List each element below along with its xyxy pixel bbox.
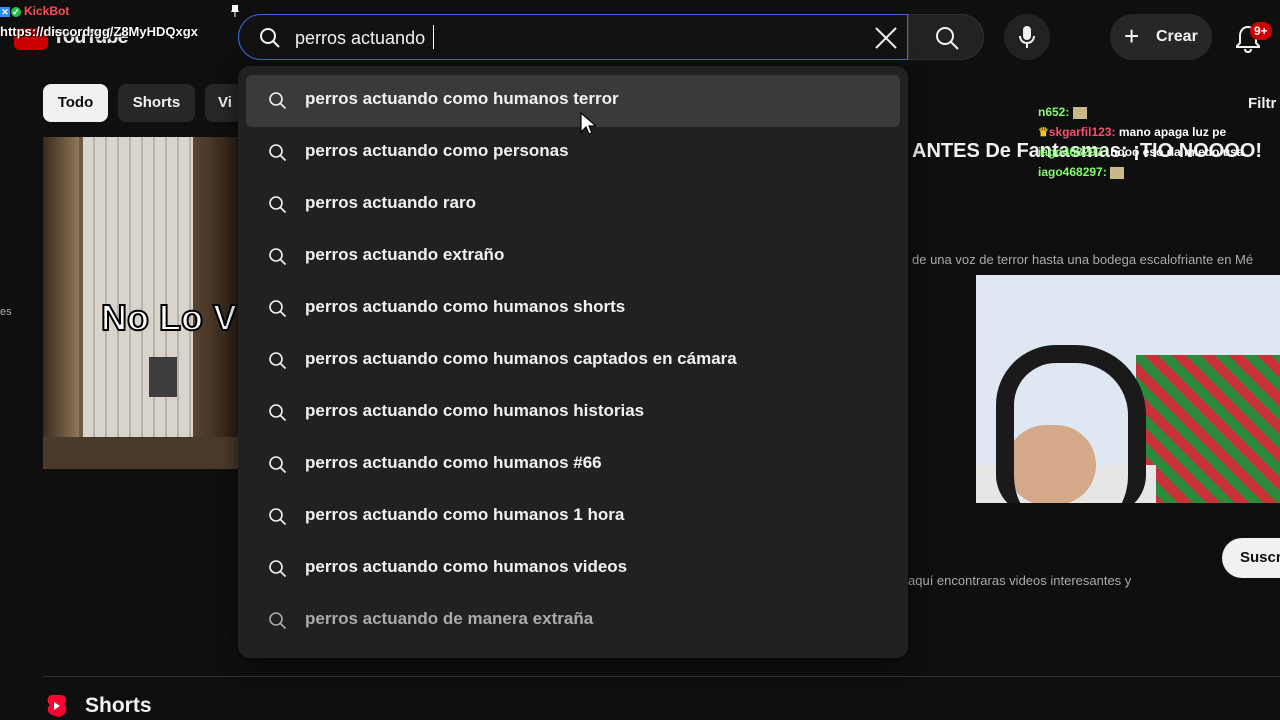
bot-name: KickBot [24,4,70,18]
webcam-overlay [976,275,1280,503]
search-icon [269,248,287,266]
suggestion-item[interactable]: perros actuando como humanos shorts [246,283,900,335]
search-icon [269,352,287,370]
voice-search-button[interactable] [1004,14,1050,60]
floor [43,437,239,469]
suggestion-item[interactable]: perros actuando como humanos captados en… [246,335,900,387]
chip-todo[interactable]: Todo [43,84,108,122]
thumbnail-text: No Lo V [100,296,238,339]
suggestion-item[interactable]: perros actuando como personas [246,127,900,179]
chat-user: n652: [1038,105,1070,119]
chat-message: iago468297: nooo eso da miedo usa [1038,144,1248,160]
stream-chat-overlay: n652: ♛skgarfil123: mano apaga luz pe ia… [1038,104,1248,184]
suggestion-item[interactable]: perros actuando extraño [246,231,900,283]
create-button[interactable]: + Crear [1110,14,1212,60]
suggestion-item[interactable]: perros actuando como humanos videos [246,543,900,595]
search-icon [269,508,287,526]
search-icon [260,28,280,48]
headphones-hair [996,345,1146,503]
search-icon [269,560,287,578]
search-icon [269,196,287,214]
mouse-cursor-icon [580,112,596,135]
suggestion-item[interactable]: perros actuando de manera extraña [246,595,900,647]
video-description: de una voz de terror hasta una bodega es… [912,252,1254,267]
suggestion-text: perros actuando como humanos captados en… [305,349,737,368]
search-icon [269,456,287,474]
search-input[interactable] [295,25,855,51]
chat-message: ♛skgarfil123: mano apaga luz pe [1038,124,1248,140]
search-icon [269,404,287,422]
suggestion-text: perros actuando como humanos #66 [305,453,602,472]
chat-text: mano apaga luz pe [1118,125,1227,139]
section-divider [43,676,1280,677]
search-button[interactable] [908,14,984,60]
channel-description: aquí encontraras videos interesantes y [908,573,1132,588]
verified-icon: ✓ [11,7,21,17]
video-thumbnail[interactable]: No Lo V [43,137,239,469]
suggestion-text: perros actuando de manera extraña [305,609,594,628]
gift-wrap [1136,355,1280,503]
suggestion-item[interactable]: perros actuando como humanos 1 hora [246,491,900,543]
emote-icon [1110,166,1125,179]
suggestion-text: perros actuando como humanos historias [305,401,645,420]
discord-link-overlay: https://discord.gg/Z8MyHDQxgx [0,24,198,39]
text-caret [433,25,434,49]
shorts-icon [47,694,67,717]
search-icon [936,27,959,50]
emote-icon [1072,106,1087,119]
subscribe-button[interactable]: Suscr [1222,538,1280,578]
create-label: Crear [1156,28,1198,45]
door-frame [43,137,79,469]
notification-count-badge: 9+ [1250,22,1272,40]
pin-icon [231,5,239,17]
clear-search-icon[interactable] [873,25,899,51]
wall-sign [149,357,177,397]
suggestion-item[interactable]: perros actuando como humanos historias [246,387,900,439]
microphone-icon [1019,26,1035,48]
search-box[interactable] [238,14,908,60]
suggestion-item[interactable]: perros actuando como humanos #66 [246,439,900,491]
suggestion-item[interactable]: perros actuando como humanos terror [246,75,900,127]
suggestion-item[interactable]: perros actuando raro [246,179,900,231]
search-icon [269,144,287,162]
search-icon [269,300,287,318]
chip-shorts[interactable]: Shorts [118,84,195,122]
chat-message: iago468297: [1038,164,1248,180]
shorts-section-title: Shorts [85,694,152,717]
crown-icon: ♛ [1038,125,1049,139]
chat-user: iago468297: [1038,145,1107,159]
kickbot-overlay: ✕ ✓ KickBot [0,4,69,18]
chat-user: skgarfil123: [1048,125,1116,139]
filters-button[interactable]: Filtr [1248,95,1276,112]
chat-text: nooo eso da miedo usa [1110,145,1244,159]
search-suggestions-dropdown: perros actuando como humanos terror perr… [238,66,908,658]
suggestion-text: perros actuando raro [305,193,476,212]
suggestion-text: perros actuando extraño [305,245,505,264]
search-icon [269,612,287,630]
suggestion-text: perros actuando como personas [305,141,569,160]
chat-message: n652: [1038,104,1248,120]
kick-icon: ✕ [0,7,10,17]
chat-user: iago468297: [1038,165,1107,179]
suggestion-text: perros actuando como humanos shorts [305,297,626,316]
suggestion-text: perros actuando como humanos videos [305,557,628,576]
suggestion-text: perros actuando como humanos terror [305,89,619,108]
side-text: es [0,306,12,318]
suggestion-text: perros actuando como humanos 1 hora [305,505,625,524]
search-icon [269,92,287,110]
plus-icon: + [1124,21,1140,51]
